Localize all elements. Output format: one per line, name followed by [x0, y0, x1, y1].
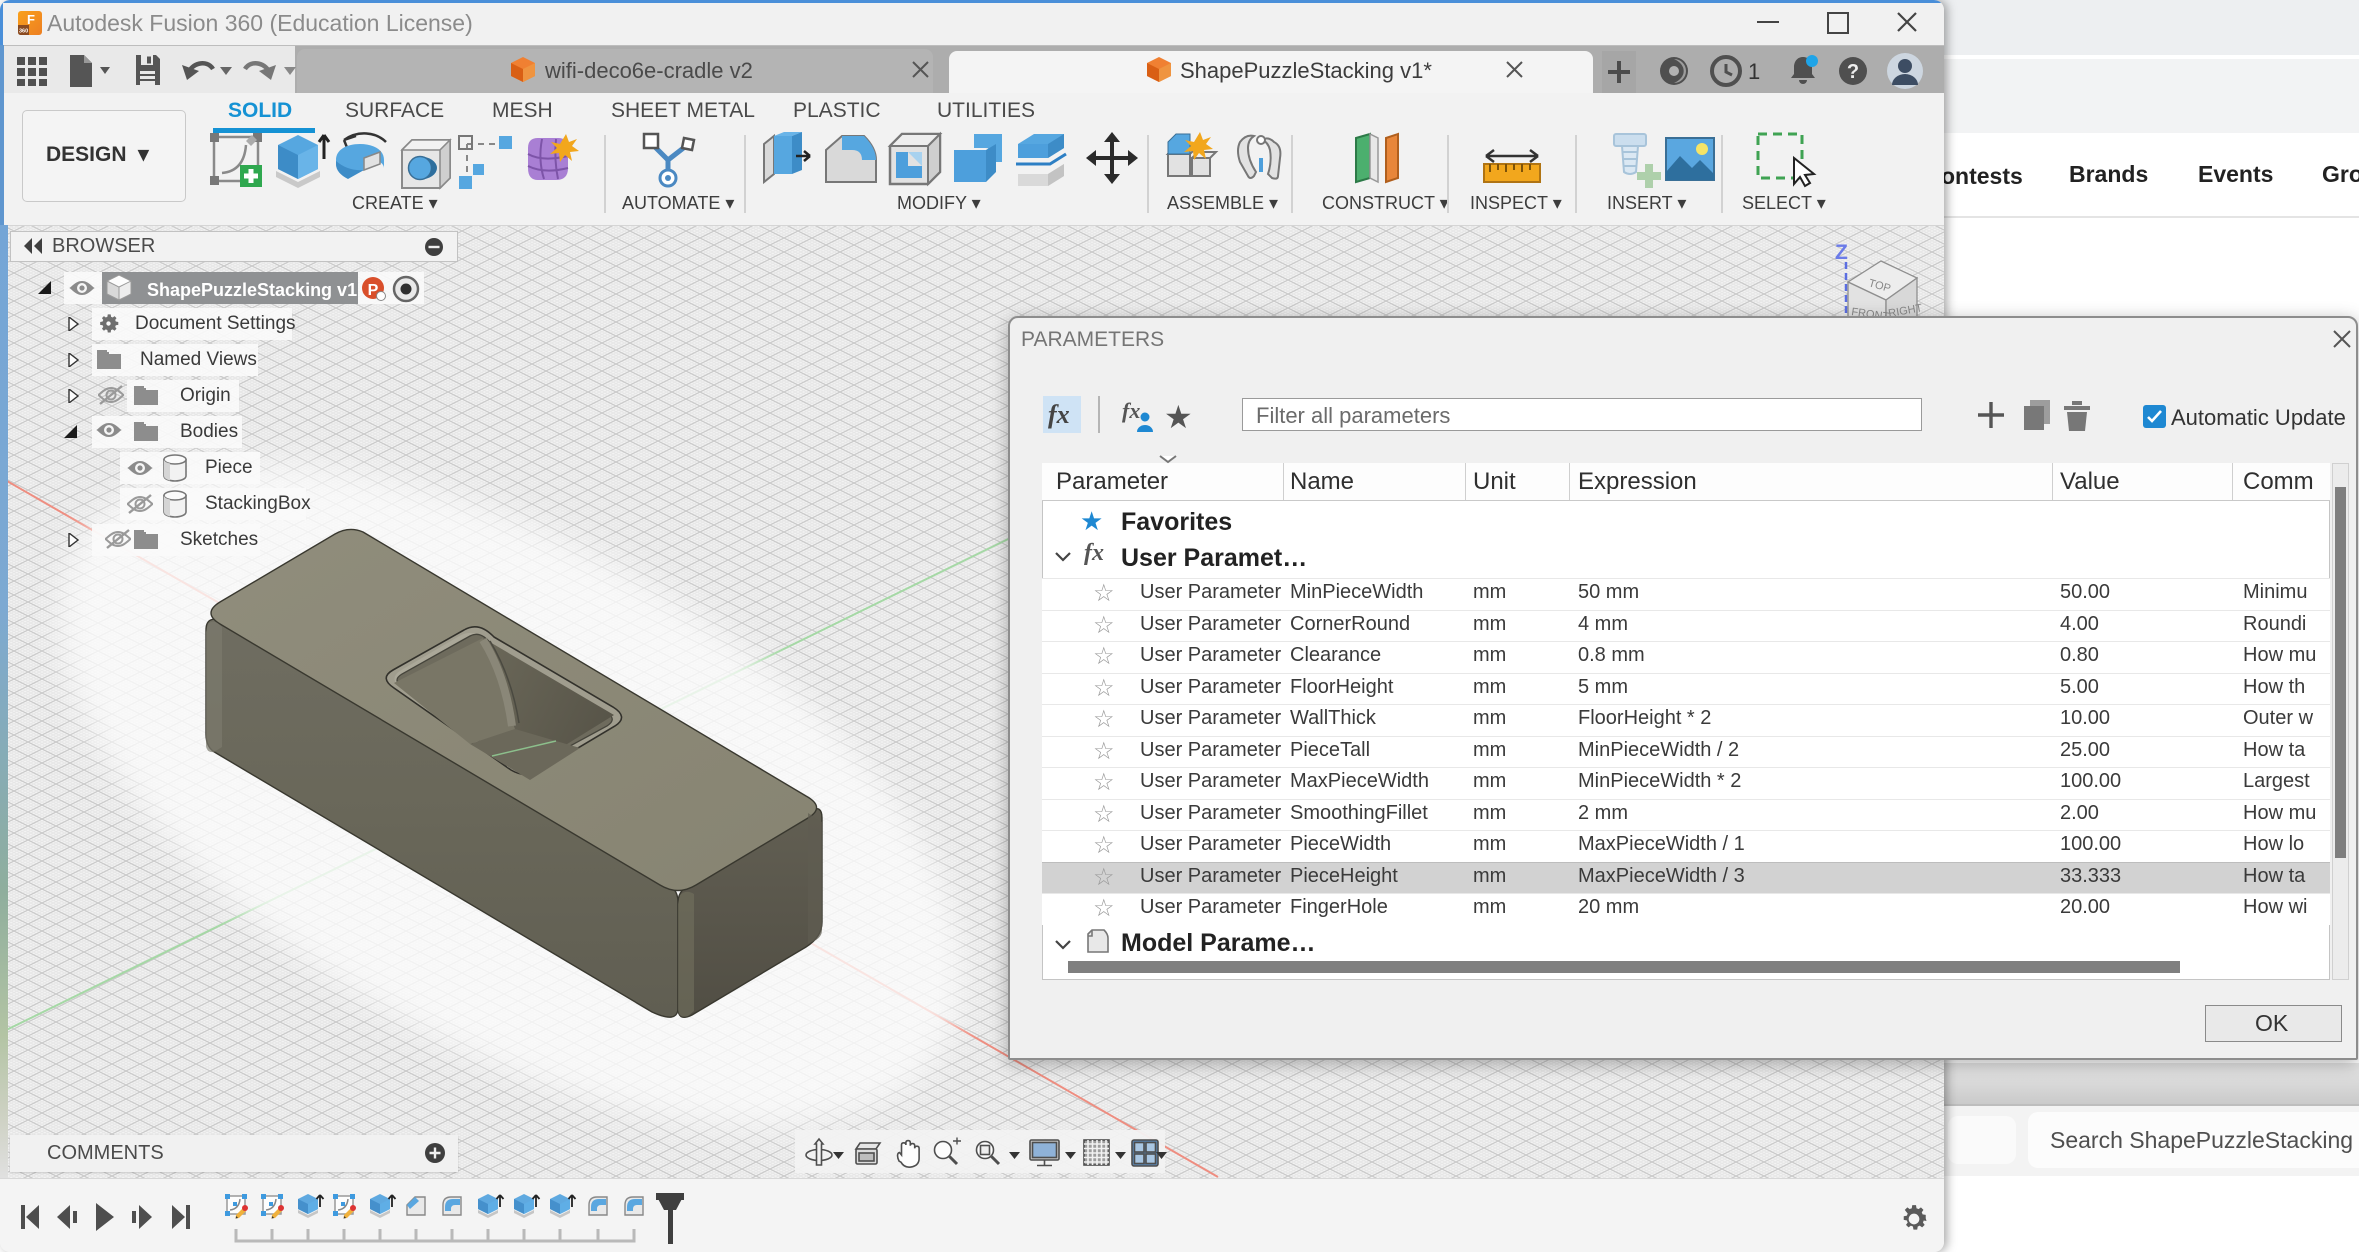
- svg-text:360: 360: [19, 29, 28, 35]
- svg-text:?: ?: [1847, 61, 1859, 83]
- svg-text:F: F: [27, 12, 35, 27]
- svg-text:Z: Z: [1835, 241, 1848, 264]
